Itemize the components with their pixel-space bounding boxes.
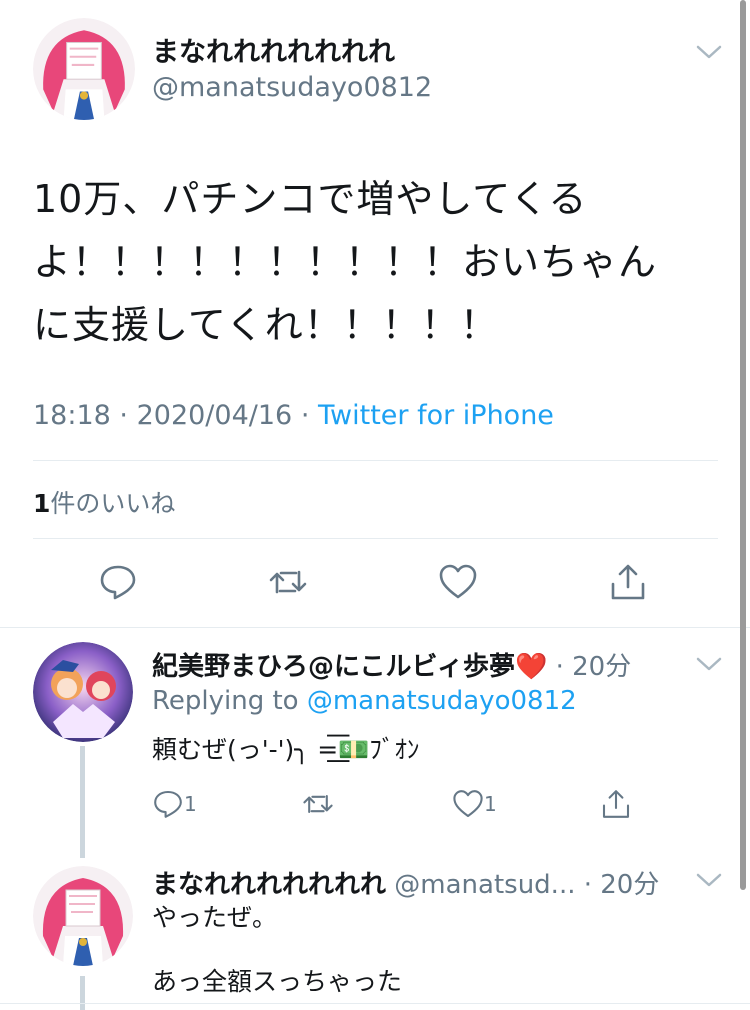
- avatar[interactable]: [33, 18, 135, 120]
- divider: [0, 1003, 750, 1004]
- display-name[interactable]: まなれれれれれれれ: [152, 870, 386, 900]
- tweet-meta: 18:18 · 2020/04/16 · Twitter for iPhone: [33, 400, 554, 431]
- like-icon: [453, 790, 483, 818]
- likes-label: 件のいいね: [50, 489, 176, 518]
- chevron-down-icon[interactable]: [696, 872, 722, 888]
- main-tweet: まなれれれれれれれ @manatsudayo0812 10万、パチンコで増やして…: [0, 0, 750, 628]
- chevron-down-icon[interactable]: [696, 44, 722, 60]
- reply-time: · 20分: [583, 870, 660, 900]
- likes-count: 1: [33, 489, 51, 518]
- reply-count: 1: [184, 792, 197, 816]
- retweet-icon: [303, 794, 333, 814]
- tweet-source-link[interactable]: Twitter for iPhone: [318, 400, 554, 431]
- likes-summary[interactable]: 1件のいいね: [33, 484, 175, 520]
- retweet-button[interactable]: [302, 788, 334, 820]
- tweet-text-line: 10万、パチンコで増やしてくる: [33, 177, 588, 221]
- share-button[interactable]: [600, 788, 632, 820]
- reply-tweet[interactable]: まなれれれれれれれ @manatsud... · 20分 やったぜ。 あっ全額ス…: [0, 858, 750, 1010]
- replying-handle-link[interactable]: @manatsudayo0812: [307, 686, 577, 716]
- reply-text: 頼むぜ(っ'-')╮ =͟͟͞͞💵ﾌﾞｵﾝ: [152, 735, 420, 764]
- thread-line: [80, 976, 85, 1010]
- reply-icon: [154, 790, 182, 818]
- reply-time: · 20分: [555, 652, 632, 682]
- tweet-time: 18:18: [33, 400, 111, 431]
- like-count: 1: [484, 792, 497, 816]
- replying-to: Replying to @manatsudayo0812: [152, 686, 577, 716]
- chevron-down-icon[interactable]: [696, 656, 722, 672]
- divider: [33, 460, 718, 461]
- reply-header: 紀美野まひろ@にこルビィ歩夢❤️ · 20分: [152, 646, 631, 683]
- tweet-text-line: に支援してくれ！！！！！: [33, 303, 499, 347]
- tweet-text-line: よ！！！！！！！！！！おいちゃん: [33, 240, 658, 284]
- reply-header: まなれれれれれれれ @manatsud... · 20分: [152, 864, 659, 901]
- divider: [33, 538, 718, 539]
- tweet-date: 2020/04/16: [136, 400, 293, 431]
- user-handle[interactable]: @manatsudayo0812: [152, 72, 432, 103]
- thread-line: [80, 746, 85, 858]
- reply-icon[interactable]: [98, 562, 138, 602]
- display-name[interactable]: まなれれれれれれれ: [152, 30, 395, 69]
- like-icon[interactable]: [438, 562, 478, 602]
- retweet-icon[interactable]: [268, 562, 308, 602]
- avatar[interactable]: [33, 642, 133, 742]
- meta-dot: ·: [119, 400, 128, 431]
- share-icon: [602, 790, 630, 818]
- reply-tweet[interactable]: 紀美野まひろ@にこルビィ歩夢❤️ · 20分 Replying to @mana…: [0, 628, 750, 858]
- meta-dot: ·: [300, 400, 310, 431]
- tweet-text: 10万、パチンコで増やしてくる よ！！！！！！！！！！おいちゃん に支援してくれ…: [33, 168, 713, 357]
- share-icon[interactable]: [608, 562, 648, 602]
- scrollbar[interactable]: [740, 0, 746, 890]
- user-handle[interactable]: @manatsud...: [394, 870, 575, 900]
- replying-prefix: Replying to: [152, 686, 299, 716]
- like-button[interactable]: 1: [452, 788, 497, 820]
- reply-button[interactable]: 1: [152, 788, 197, 820]
- display-name[interactable]: 紀美野まひろ@にこルビィ歩夢❤️: [152, 652, 547, 682]
- avatar[interactable]: [33, 866, 133, 966]
- reply-text: やったぜ。 あっ全額スっちゃった: [152, 903, 403, 996]
